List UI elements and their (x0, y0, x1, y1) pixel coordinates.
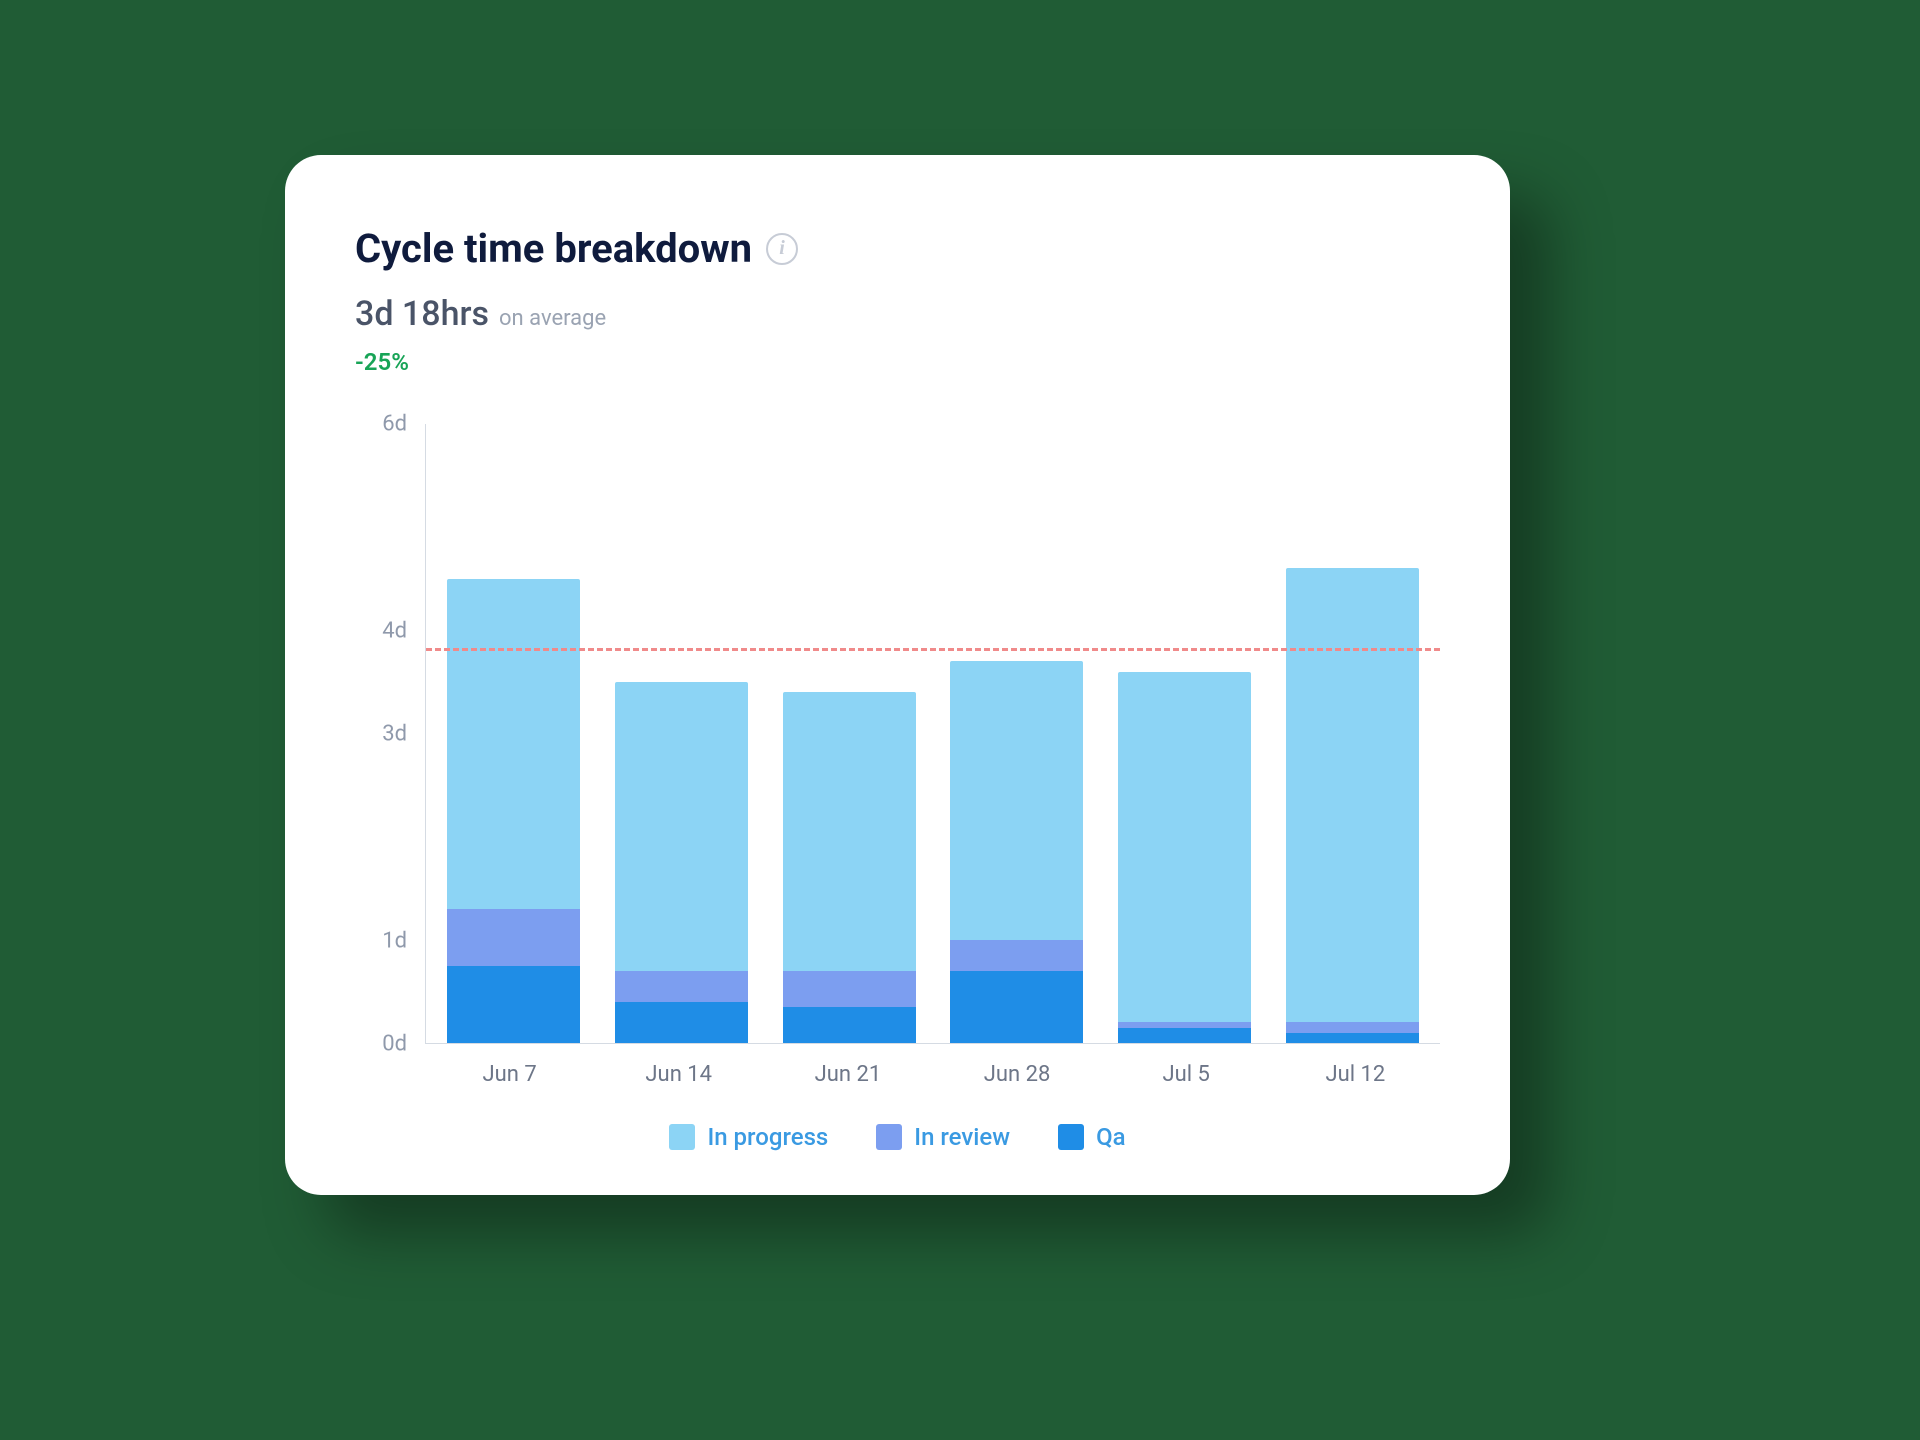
x-tick: Jun 28 (950, 1062, 1084, 1087)
bar-segment-qa (1286, 1033, 1419, 1043)
bar-segment-in-review (783, 971, 916, 1007)
info-icon[interactable]: i (766, 233, 798, 265)
chart-title: Cycle time breakdown (355, 225, 752, 272)
bar-segment-in-review (950, 940, 1083, 971)
bar-segment-in-progress (1286, 568, 1419, 1022)
bar-segment-in-review (447, 909, 580, 966)
chart-area: 0d1d3d4d6d (355, 424, 1440, 1044)
legend-swatch (669, 1124, 695, 1150)
legend: In progress In review Qa (355, 1123, 1440, 1151)
x-tick: Jun 14 (612, 1062, 746, 1087)
legend-item[interactable]: In review (876, 1123, 1010, 1151)
y-tick: 6d (382, 412, 407, 437)
bar-segment-in-progress (615, 682, 748, 971)
x-tick: Jul 5 (1119, 1062, 1253, 1087)
bar[interactable] (950, 661, 1083, 1043)
average-value: 3d 18hrs (355, 294, 489, 334)
bar[interactable] (615, 682, 748, 1043)
subtitle-row: 3d 18hrs on average (355, 294, 1440, 334)
bars-container (426, 424, 1440, 1043)
bar-segment-in-review (615, 971, 748, 1002)
title-row: Cycle time breakdown i (355, 225, 1440, 272)
y-axis: 0d1d3d4d6d (355, 424, 425, 1044)
bar-segment-in-progress (1118, 672, 1251, 1023)
legend-item[interactable]: In progress (669, 1123, 828, 1151)
bar-segment-in-review (1286, 1022, 1419, 1032)
x-tick: Jun 21 (781, 1062, 915, 1087)
delta-value: -25% (355, 348, 1440, 376)
x-axis: Jun 7 Jun 14 Jun 21 Jun 28 Jul 5 Jul 12 (425, 1044, 1440, 1087)
average-suffix: on average (499, 306, 606, 331)
legend-label: In progress (707, 1123, 828, 1151)
cycle-time-card: Cycle time breakdown i 3d 18hrs on avera… (285, 155, 1510, 1195)
bar[interactable] (783, 692, 916, 1043)
chart-plot (425, 424, 1440, 1044)
bar-segment-in-progress (950, 661, 1083, 940)
legend-item[interactable]: Qa (1058, 1123, 1125, 1151)
y-tick: 1d (382, 928, 407, 953)
bar-segment-qa (447, 966, 580, 1043)
x-tick: Jun 7 (443, 1062, 577, 1087)
bar-segment-qa (950, 971, 1083, 1043)
bar-segment-qa (1118, 1028, 1251, 1043)
bar-segment-qa (783, 1007, 916, 1043)
y-tick: 0d (382, 1032, 407, 1057)
legend-swatch (1058, 1124, 1084, 1150)
legend-label: Qa (1096, 1123, 1125, 1151)
average-reference-line (426, 648, 1440, 651)
bar[interactable] (1286, 568, 1419, 1043)
legend-label: In review (914, 1123, 1010, 1151)
bar-segment-in-progress (783, 692, 916, 971)
x-tick: Jul 12 (1288, 1062, 1422, 1087)
y-tick: 3d (382, 722, 407, 747)
bar-segment-in-progress (447, 579, 580, 909)
bar[interactable] (1118, 672, 1251, 1043)
legend-swatch (876, 1124, 902, 1150)
y-tick: 4d (382, 618, 407, 643)
bar-segment-qa (615, 1002, 748, 1043)
